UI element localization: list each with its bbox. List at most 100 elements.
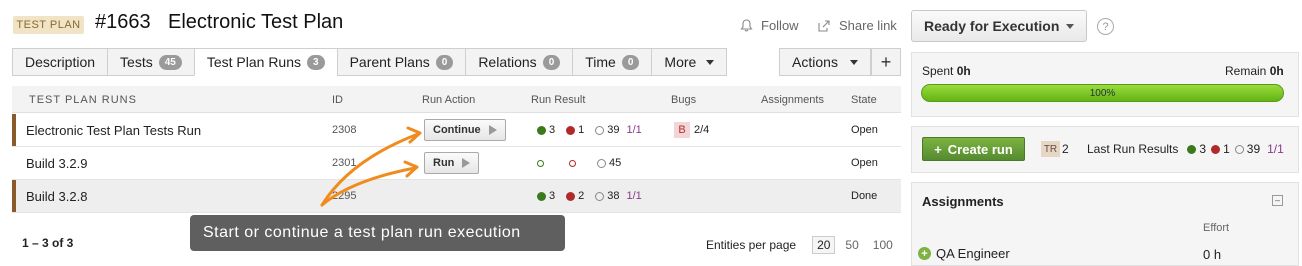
tab-label: Test Plan Runs	[206, 54, 302, 70]
run-result: 45	[537, 157, 621, 169]
test-run-count[interactable]: 2	[1062, 142, 1069, 156]
run-label: Run	[433, 157, 455, 169]
help-icon[interactable]: ?	[1097, 18, 1114, 35]
column-header-id[interactable]: ID	[332, 94, 343, 106]
tab-bar: Description Tests 45 Test Plan Runs 3 Pare…	[12, 48, 728, 76]
tab-relations[interactable]: Relations 0	[465, 48, 573, 76]
table-row[interactable]: Build 3.2.9 2301 Run 45 Open	[12, 147, 901, 180]
add-assignee-icon[interactable]: +	[918, 247, 931, 260]
run-name[interactable]: Build 3.2.8	[26, 189, 87, 204]
actions-button[interactable]: Actions	[779, 48, 871, 76]
play-icon	[488, 125, 497, 135]
not-run-count: 39	[607, 124, 620, 136]
follow-button[interactable]: Follow	[740, 18, 799, 33]
tab-count-badge: 3	[307, 54, 325, 70]
passed-count: 3	[549, 190, 556, 202]
last-blocked-count: 1/1	[1267, 142, 1284, 156]
actions-label: Actions	[792, 54, 838, 70]
blocked-count: 1/1	[626, 124, 642, 136]
tab-test-plan-runs[interactable]: Test Plan Runs 3	[193, 48, 337, 76]
tab-count-badge: 0	[542, 54, 561, 70]
chevron-down-icon	[1066, 24, 1074, 29]
last-not-run-count: 39	[1246, 142, 1261, 156]
column-header-assignments: Assignments	[761, 94, 824, 106]
run-result: 3 1 39 1/1	[537, 124, 642, 136]
per-page-option-100[interactable]: 100	[869, 237, 897, 253]
entity-id: #1663	[95, 11, 151, 33]
column-header-state[interactable]: State	[851, 94, 877, 106]
run-state: Open	[851, 124, 878, 136]
per-page-option-50[interactable]: 50	[841, 237, 862, 253]
spent-label: Spent	[922, 64, 954, 78]
effort-header: Effort	[1203, 222, 1230, 234]
progress-text: 100%	[1089, 87, 1116, 99]
chevron-down-icon	[706, 59, 715, 65]
passed-icon	[1187, 144, 1197, 154]
share-link-label: Share link	[839, 18, 897, 33]
remain-label: Remain	[1225, 64, 1267, 78]
column-header-bugs: Bugs	[671, 94, 697, 106]
add-tab-button[interactable]: +	[871, 48, 901, 76]
remaining-time: Remain 0h	[1225, 64, 1284, 78]
table-row[interactable]: Electronic Test Plan Tests Run 2308 Cont…	[12, 114, 901, 147]
pagination-range: 1 – 3 of 3	[22, 236, 74, 250]
plus-icon: +	[934, 141, 942, 157]
play-icon	[462, 158, 471, 168]
tab-more[interactable]: More	[651, 48, 728, 76]
page-title[interactable]: Electronic Test Plan	[168, 11, 343, 34]
tab-count-badge: 45	[158, 54, 182, 70]
column-header-test-plan-runs[interactable]: TEST PLAN RUNS	[29, 94, 137, 106]
not-run-count: 45	[609, 157, 622, 169]
per-page-option-20[interactable]: 20	[812, 236, 836, 254]
entity-type-badge: TEST PLAN	[13, 16, 84, 34]
assignment-role-row[interactable]: + QA Engineer	[918, 246, 1010, 261]
run-id: 2308	[332, 124, 357, 136]
collapse-icon[interactable]: –	[1272, 195, 1283, 206]
share-link-button[interactable]: Share link	[817, 18, 897, 33]
tab-time[interactable]: Time 0	[572, 48, 652, 76]
table-header: TEST PLAN RUNS ID Run Action Run Result …	[12, 86, 901, 113]
run-button[interactable]: Run	[424, 152, 480, 174]
tab-parent-plans[interactable]: Parent Plans 0	[336, 48, 466, 76]
tab-description[interactable]: Description	[12, 48, 108, 76]
create-run-button[interactable]: + Create run	[922, 137, 1025, 161]
run-state: Done	[851, 190, 878, 202]
not-run-icon	[595, 191, 605, 201]
row-marker	[12, 180, 16, 212]
continue-label: Continue	[433, 124, 481, 136]
share-icon	[818, 19, 830, 32]
tab-label: Description	[25, 54, 96, 70]
continue-button[interactable]: Continue	[424, 119, 506, 141]
state-dropdown[interactable]: Ready for Execution	[911, 10, 1087, 42]
state-value: Ready for Execution	[924, 18, 1060, 34]
bug-count[interactable]: 2/4	[694, 124, 709, 136]
spent-value: 0h	[956, 64, 971, 78]
chevron-down-icon	[849, 59, 858, 65]
tab-tests[interactable]: Tests 45	[107, 48, 194, 76]
spent-time: Spent 0h	[922, 64, 971, 78]
assignments-title: Assignments	[922, 194, 1004, 209]
remain-value: 0h	[1269, 64, 1284, 78]
tab-label: Time	[585, 54, 616, 70]
last-failed-count: 1	[1223, 142, 1230, 156]
run-id: 2295	[332, 190, 357, 202]
passed-icon	[537, 191, 546, 201]
passed-count: 3	[549, 124, 556, 136]
run-result: 3 2 38 1/1	[537, 190, 642, 202]
run-name[interactable]: Build 3.2.9	[26, 156, 87, 171]
blocked-count: 1/1	[626, 190, 642, 202]
tab-count-badge: 0	[621, 54, 640, 70]
run-name[interactable]: Electronic Test Plan Tests Run	[26, 123, 201, 138]
entities-per-page: Entities per page 20 50 100	[706, 236, 897, 254]
tab-label: Relations	[478, 54, 537, 70]
failed-count: 1	[578, 124, 585, 136]
role-effort[interactable]: 0 h	[1203, 247, 1221, 262]
role-name: QA Engineer	[936, 246, 1010, 261]
tooltip: Start or continue a test plan run execut…	[190, 215, 565, 251]
table-row[interactable]: Build 3.2.8 2295 3 2 38 1/1 Done	[12, 180, 901, 213]
progress-bar: 100%	[921, 84, 1284, 102]
column-header-run-action: Run Action	[422, 94, 476, 106]
last-results-label: Last Run Results	[1087, 142, 1179, 156]
bell-icon	[740, 18, 753, 32]
last-run-results: Last Run Results 3 1 39 1/1	[1087, 142, 1284, 156]
